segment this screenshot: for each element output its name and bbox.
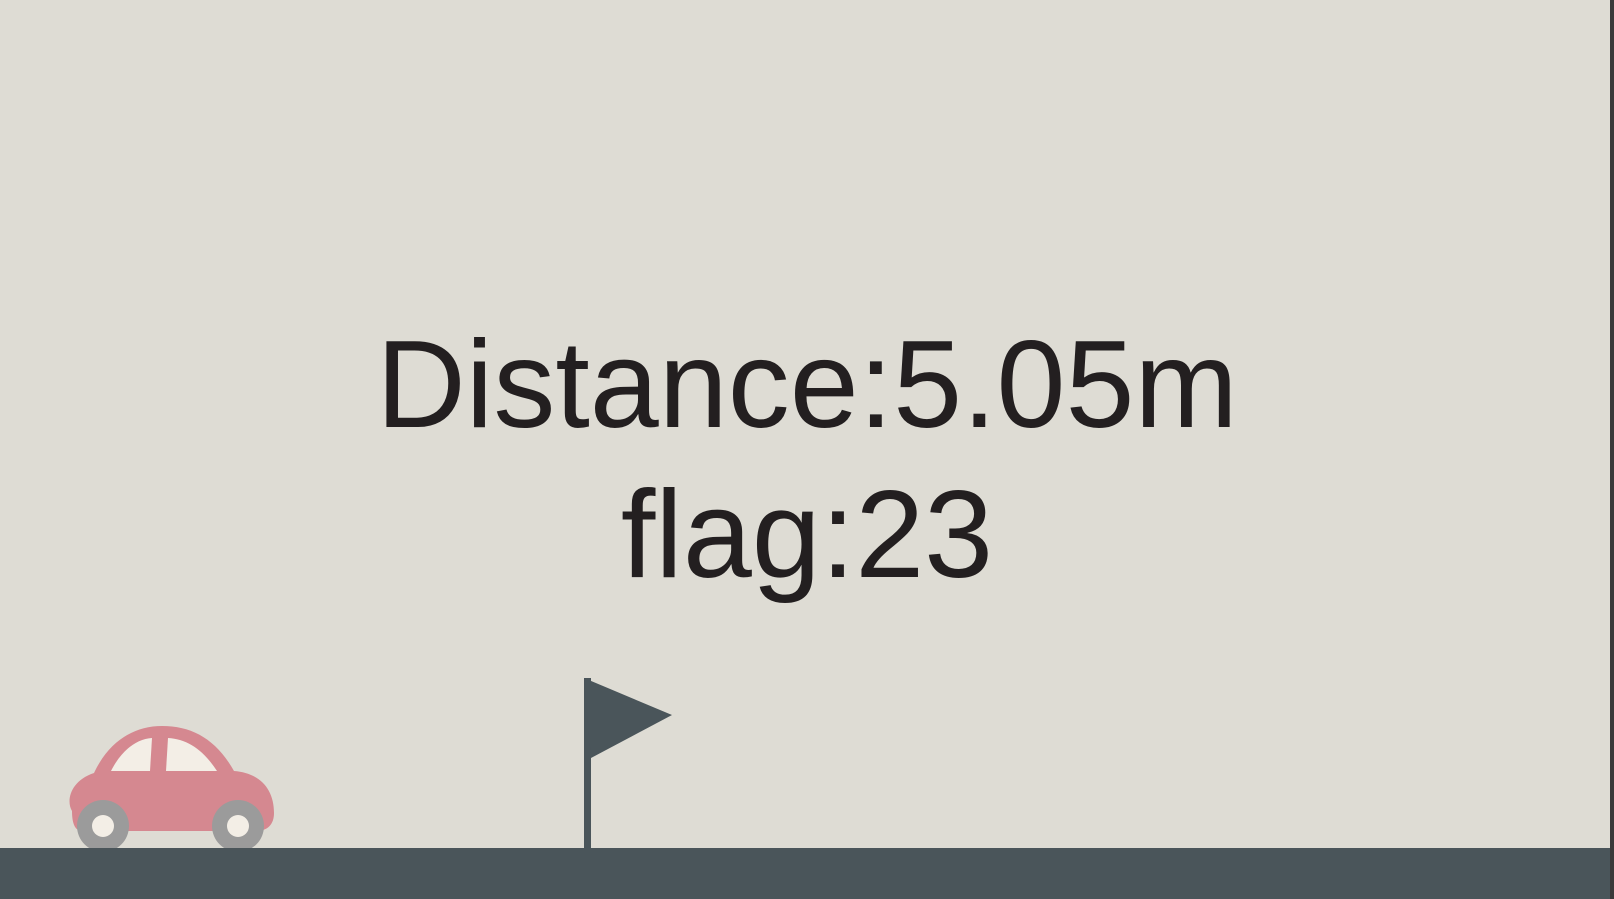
- ground: [0, 848, 1610, 899]
- flag-counter: flag:23: [620, 466, 994, 604]
- distance-readout: Distance:5.05m: [376, 316, 1238, 454]
- car-icon: [69, 726, 274, 851]
- hud: Distance:5.05m flag:23: [0, 310, 1614, 610]
- car-wheel-front: [212, 800, 264, 851]
- game-screen[interactable]: Distance:5.05m flag:23: [0, 0, 1614, 899]
- flag-icon: [584, 678, 672, 850]
- car-wheel-rear: [77, 800, 129, 851]
- flag-pennant: [584, 678, 672, 758]
